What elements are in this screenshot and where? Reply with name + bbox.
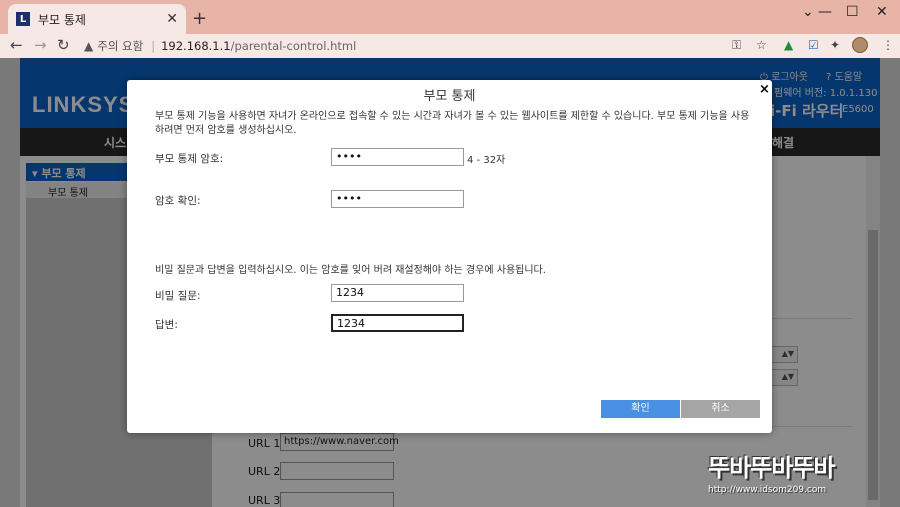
checkbox-extension-icon[interactable]: ☑: [808, 38, 819, 52]
security-question-field[interactable]: 1234: [331, 284, 464, 302]
window-close-icon[interactable]: ✕: [876, 4, 888, 20]
more-icon[interactable]: ⋮: [882, 38, 894, 52]
minimize-icon[interactable]: —: [818, 4, 832, 20]
answer-field[interactable]: 1234: [331, 314, 464, 332]
answer-label: 답변:: [155, 319, 178, 331]
warning-icon: ▲: [84, 39, 94, 53]
favicon-icon: L: [16, 12, 30, 26]
ok-button[interactable]: 확인: [601, 400, 680, 418]
puzzle-icon[interactable]: ✦: [830, 38, 840, 52]
drive-icon[interactable]: ▲: [784, 38, 793, 52]
password-hint: 4 - 32자: [467, 155, 506, 166]
forward-icon[interactable]: →: [34, 36, 47, 54]
url-host: 192.168.1.1: [161, 39, 231, 53]
close-icon[interactable]: ×: [759, 82, 770, 97]
security-question-note: 비밀 질문과 답변을 입력하십시오. 이는 암호를 잊어 버려 재설정해야 하는…: [155, 265, 546, 276]
watermark-url: http://www.idsom209.com: [708, 485, 827, 495]
new-tab-icon[interactable]: +: [192, 8, 207, 29]
back-icon[interactable]: ←: [10, 36, 23, 54]
confirm-password-field[interactable]: ••••: [331, 190, 464, 208]
watermark-logo: 뚜바뚜바뚜바: [708, 454, 835, 482]
security-label[interactable]: 주의 요함: [97, 38, 143, 54]
password-field[interactable]: ••••: [331, 148, 464, 166]
url-path: /parental-control.html: [230, 39, 357, 53]
tab-close-icon[interactable]: ✕: [166, 11, 178, 27]
confirm-password-label: 암호 확인:: [155, 195, 201, 207]
dialog-title: 부모 통제: [423, 89, 476, 104]
browser-tab[interactable]: L 부모 통제 ✕: [8, 4, 186, 34]
divider: |: [151, 39, 156, 53]
tab-title: 부모 통제: [38, 12, 86, 27]
key-icon[interactable]: ⚿: [732, 38, 741, 53]
cancel-button[interactable]: 취소: [681, 400, 760, 418]
avatar[interactable]: [852, 37, 868, 53]
intro-text: 부모 통제 기능을 사용하면 자녀가 온라인으로 접속할 수 있는 시간과 자녀…: [155, 111, 750, 136]
password-label: 부모 통제 암호:: [155, 153, 224, 165]
watermark: 뚜바뚜바뚜바 http://www.idsom209.com: [708, 448, 884, 500]
address-bar[interactable]: ▲ 주의 요함 | 192.168.1.1 /parental-control.…: [78, 35, 778, 57]
maximize-icon[interactable]: ☐: [846, 4, 859, 20]
parental-control-dialog: 부모 통제 × 부모 통제 기능을 사용하면 자녀가 온라인으로 접속할 수 있…: [127, 80, 772, 433]
reload-icon[interactable]: ↻: [57, 36, 70, 54]
star-icon[interactable]: ☆: [756, 38, 767, 52]
chevron-down-icon[interactable]: ⌄: [802, 4, 814, 20]
security-question-label: 비밀 질문:: [155, 290, 201, 302]
